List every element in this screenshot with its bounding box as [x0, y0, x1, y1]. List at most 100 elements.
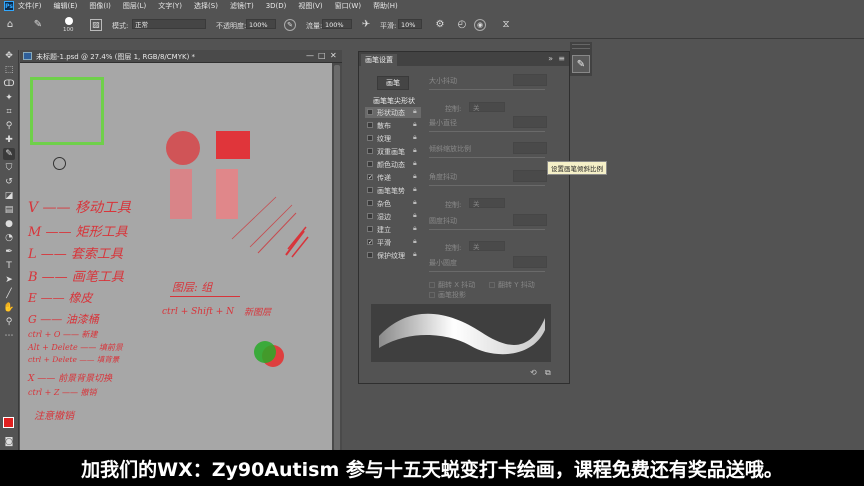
flip-x-jitter[interactable]: 翻转 X 抖动	[429, 280, 475, 290]
angle-jitter-input[interactable]	[513, 170, 547, 182]
option-scattering[interactable]: 散布 🔒︎	[365, 120, 421, 131]
dodge-tool-icon[interactable]: ◔	[3, 232, 15, 244]
menu-filter[interactable]: 滤镜(T)	[230, 1, 254, 11]
foreground-color-swatch[interactable]	[3, 417, 14, 428]
menu-view[interactable]: 视图(V)	[298, 1, 322, 11]
flip-y-checkbox[interactable]	[489, 282, 495, 288]
angle-icon[interactable]: ◴	[456, 19, 468, 31]
zoom-tool-icon[interactable]: ⚲	[3, 316, 15, 328]
option-brush-pose[interactable]: 画笔笔势 🔒︎	[365, 185, 421, 196]
brush-pose-checkbox[interactable]	[367, 187, 373, 193]
lock-icon[interactable]: 🔒︎	[413, 172, 417, 181]
eraser-tool-icon[interactable]: ◪	[3, 190, 15, 202]
home-icon[interactable]: ⌂	[4, 19, 16, 31]
min-diameter-input[interactable]	[513, 116, 547, 128]
more-tools-icon[interactable]: ⋯	[3, 330, 15, 342]
brush-panel-toggle-icon[interactable]: ▨	[90, 19, 102, 31]
menu-layer[interactable]: 图层(L)	[123, 1, 146, 11]
flip-x-checkbox[interactable]	[429, 282, 435, 288]
healing-brush-tool-icon[interactable]: ✚	[3, 134, 15, 146]
lock-icon[interactable]: 🔒︎	[413, 159, 417, 168]
option-build-up[interactable]: 建立 🔒︎	[365, 224, 421, 235]
brush-preset-picker[interactable]: 100	[52, 16, 84, 34]
mode-select[interactable]: 正常	[132, 19, 206, 29]
smoothing-checkbox[interactable]: ✓	[367, 239, 373, 246]
protect-texture-checkbox[interactable]	[367, 252, 373, 258]
lock-icon[interactable]: 🔒︎	[413, 133, 417, 142]
smoothing-settings-gear-icon[interactable]: ⚙	[434, 19, 446, 31]
maximize-button[interactable]: □	[318, 51, 326, 60]
gradient-tool-icon[interactable]: ▤	[3, 204, 15, 216]
control-select[interactable]: 关	[469, 102, 505, 112]
shape-dynamics-checkbox[interactable]	[367, 109, 373, 115]
type-tool-icon[interactable]: T	[3, 260, 15, 272]
history-brush-tool-icon[interactable]: ↺	[3, 176, 15, 188]
menu-type[interactable]: 文字(Y)	[158, 1, 182, 11]
lock-icon[interactable]: 🔒︎	[413, 224, 417, 233]
lock-icon[interactable]: 🔒︎	[413, 146, 417, 155]
option-texture[interactable]: 纹理 🔒︎	[365, 133, 421, 144]
option-shape-dynamics[interactable]: 形状动态 🔒︎	[365, 107, 421, 118]
path-selection-tool-icon[interactable]: ➤	[3, 274, 15, 286]
lasso-tool-icon[interactable]: ↀ	[3, 78, 15, 90]
brush-tool-icon[interactable]: ✎	[32, 19, 44, 31]
pressure-size-icon[interactable]: ◉	[474, 19, 486, 31]
smoothing-input[interactable]: 10%	[398, 19, 422, 29]
pressure-opacity-icon[interactable]: ✎	[284, 19, 296, 31]
symmetry-butterfly-icon[interactable]: ⧖	[500, 19, 512, 31]
texture-checkbox[interactable]	[367, 135, 373, 141]
clone-stamp-tool-icon[interactable]: ⛉	[3, 162, 15, 174]
brush-projection-toggle-icon[interactable]: ⟲	[530, 368, 537, 377]
eyedropper-tool-icon[interactable]: ⚲	[3, 120, 15, 132]
dual-brush-checkbox[interactable]	[367, 148, 373, 154]
control-select[interactable]: 关	[469, 198, 505, 208]
control-select[interactable]: 关	[469, 241, 505, 251]
vertical-scrollbar[interactable]	[332, 63, 342, 458]
tab-brush-settings[interactable]: 画笔设置	[361, 54, 397, 66]
lock-icon[interactable]: 🔒︎	[413, 120, 417, 129]
menu-image[interactable]: 图像(I)	[89, 1, 111, 11]
magic-wand-tool-icon[interactable]: ✦	[3, 92, 15, 104]
option-dual-brush[interactable]: 双重画笔 🔒︎	[365, 146, 421, 157]
hand-tool-icon[interactable]: ✋	[3, 302, 15, 314]
size-jitter-input[interactable]	[513, 74, 547, 86]
lock-icon[interactable]: 🔒︎	[413, 250, 417, 259]
pen-tool-icon[interactable]: ✒	[3, 246, 15, 258]
wet-edges-checkbox[interactable]	[367, 213, 373, 219]
flip-y-jitter[interactable]: 翻转 Y 抖动	[489, 280, 535, 290]
lock-icon[interactable]: 🔒︎	[413, 237, 417, 246]
minimize-button[interactable]: —	[306, 51, 314, 60]
color-dynamics-checkbox[interactable]	[367, 161, 373, 167]
panel-menu-icon[interactable]: ≡	[558, 54, 565, 63]
canvas[interactable]: V —— 移动工具 M —— 矩形工具 L —— 套索工具 B —— 画笔工具 …	[20, 63, 332, 458]
angle-jitter-slider[interactable]	[429, 185, 545, 186]
opacity-input[interactable]: 100%	[246, 19, 276, 29]
menu-3d[interactable]: 3D(D)	[266, 2, 287, 10]
brush-tip-shape-item[interactable]: 画笔笔尖形状	[373, 96, 415, 106]
crop-tool-icon[interactable]: ⌗	[3, 106, 15, 118]
build-up-checkbox[interactable]	[367, 226, 373, 232]
min-roundness-input[interactable]	[513, 256, 547, 268]
menu-edit[interactable]: 编辑(E)	[54, 1, 78, 11]
tilt-scale-input[interactable]	[513, 142, 547, 154]
move-tool-icon[interactable]: ✥	[3, 50, 15, 62]
scattering-checkbox[interactable]	[367, 122, 373, 128]
quick-mask-icon[interactable]: ◙	[3, 436, 15, 448]
brush-settings-panel-icon[interactable]: ✎	[572, 55, 590, 73]
option-noise[interactable]: 杂色 🔒︎	[365, 198, 421, 209]
brushes-button[interactable]: 画笔	[377, 76, 409, 90]
min-roundness-slider[interactable]	[429, 271, 545, 272]
marquee-tool-icon[interactable]: ⬚	[3, 64, 15, 76]
collapse-icon[interactable]: »	[548, 54, 553, 63]
lock-icon[interactable]: 🔒︎	[413, 185, 417, 194]
menu-window[interactable]: 窗口(W)	[335, 1, 361, 11]
transfer-checkbox[interactable]: ✓	[367, 174, 373, 181]
airbrush-icon[interactable]: ✈	[360, 19, 372, 31]
min-diameter-slider[interactable]	[429, 131, 545, 132]
flow-input[interactable]: 100%	[322, 19, 352, 29]
brush-projection[interactable]: 画笔投影	[429, 290, 466, 300]
brush-projection-checkbox[interactable]	[429, 292, 435, 298]
scrollbar-thumb[interactable]	[334, 65, 340, 451]
noise-checkbox[interactable]	[367, 200, 373, 206]
blur-tool-icon[interactable]: ●	[3, 218, 15, 230]
